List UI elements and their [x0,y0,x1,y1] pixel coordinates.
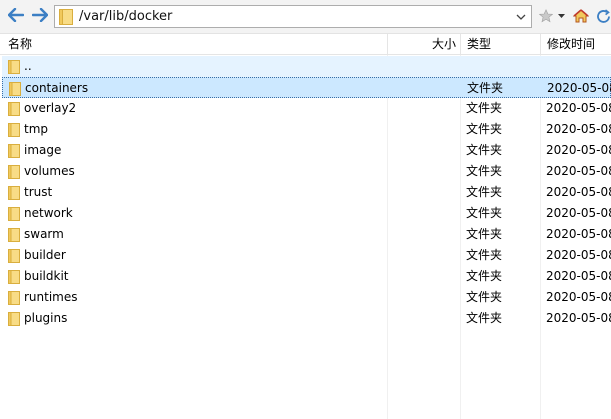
file-type: 文件夹 [466,311,503,325]
column-name-header[interactable]: 名称 [8,34,32,55]
file-name: runtimes [24,290,78,304]
file-name: tmp [24,122,49,136]
list-item[interactable]: runtimes 文件夹 2020-05-08 [2,287,611,308]
file-type: 文件夹 [466,101,503,115]
file-modified: 2020-05-08 [546,101,611,115]
file-modified: 2020-05-08 [546,290,611,304]
file-name: buildkit [24,269,69,283]
column-modified-header[interactable]: 修改时间 [547,34,595,55]
file-type: 文件夹 [466,143,503,157]
list-item[interactable]: plugins 文件夹 2020-05-08 [2,308,611,329]
bookmark-dropdown-icon[interactable] [556,6,566,26]
list-item[interactable]: volumes 文件夹 2020-05-08 [2,161,611,182]
file-name: image [24,143,62,157]
list-item[interactable]: network 文件夹 2020-05-08 [2,203,611,224]
file-name: containers [25,81,89,95]
list-item[interactable]: builder 文件夹 2020-05-08 [2,245,611,266]
file-type: 文件夹 [466,122,503,136]
file-modified: 2020-05-08 [546,122,611,136]
list-item[interactable]: tmp 文件夹 2020-05-08 [2,119,611,140]
file-name: trust [24,185,53,199]
back-arrow-icon[interactable] [6,5,26,25]
forward-arrow-icon[interactable] [30,5,50,25]
home-icon[interactable] [572,6,590,26]
file-modified: 2020-05-08 [546,206,611,220]
file-type: 文件夹 [466,206,503,220]
file-modified: 2020-05-08 [546,143,611,157]
address-bar[interactable]: /var/lib/docker [54,5,532,28]
star-icon[interactable] [538,6,554,26]
file-name: plugins [24,311,68,325]
file-type: 文件夹 [466,248,503,262]
file-modified: 2020-05-08 [546,269,611,283]
file-modified: 2020-05-08 [546,164,611,178]
list-item-parent[interactable]: .. [2,56,611,77]
file-modified: 2020-05-08 [546,185,611,199]
file-name: swarm [24,227,64,241]
file-type: 文件夹 [466,290,503,304]
file-type: 文件夹 [467,81,504,95]
folder-icon [59,9,73,28]
file-type: 文件夹 [466,164,503,178]
file-modified: 2020-05-08 [546,248,611,262]
column-size-header[interactable]: 大小 [388,34,456,55]
list-item[interactable]: trust 文件夹 2020-05-08 [2,182,611,203]
path-text: /var/lib/docker [79,9,173,24]
file-type: 文件夹 [466,185,503,199]
list-item[interactable]: image 文件夹 2020-05-08 [2,140,611,161]
list-item[interactable]: containers 文件夹 2020-05-08 [2,77,611,98]
column-header: 名称 大小 类型 修改时间 [0,34,611,55]
file-name: overlay2 [24,101,77,115]
file-name: builder [24,248,66,262]
file-name: volumes [24,164,75,178]
file-modified: 2020-05-08 [546,311,611,325]
folder-icon [8,312,20,332]
file-name: .. [24,59,32,73]
file-type: 文件夹 [466,227,503,241]
file-type: 文件夹 [466,269,503,283]
list-item[interactable]: buildkit 文件夹 2020-05-08 [2,266,611,287]
file-name: network [24,206,73,220]
toolbar: /var/lib/docker [0,0,611,34]
list-item[interactable]: overlay2 文件夹 2020-05-08 [2,98,611,119]
column-type-header[interactable]: 类型 [467,34,491,55]
chevron-down-icon[interactable] [513,8,529,25]
list-item[interactable]: swarm 文件夹 2020-05-08 [2,224,611,245]
file-modified: 2020-05-08 [546,227,611,241]
refresh-icon[interactable] [596,6,611,26]
file-modified: 2020-05-08 [547,81,611,95]
